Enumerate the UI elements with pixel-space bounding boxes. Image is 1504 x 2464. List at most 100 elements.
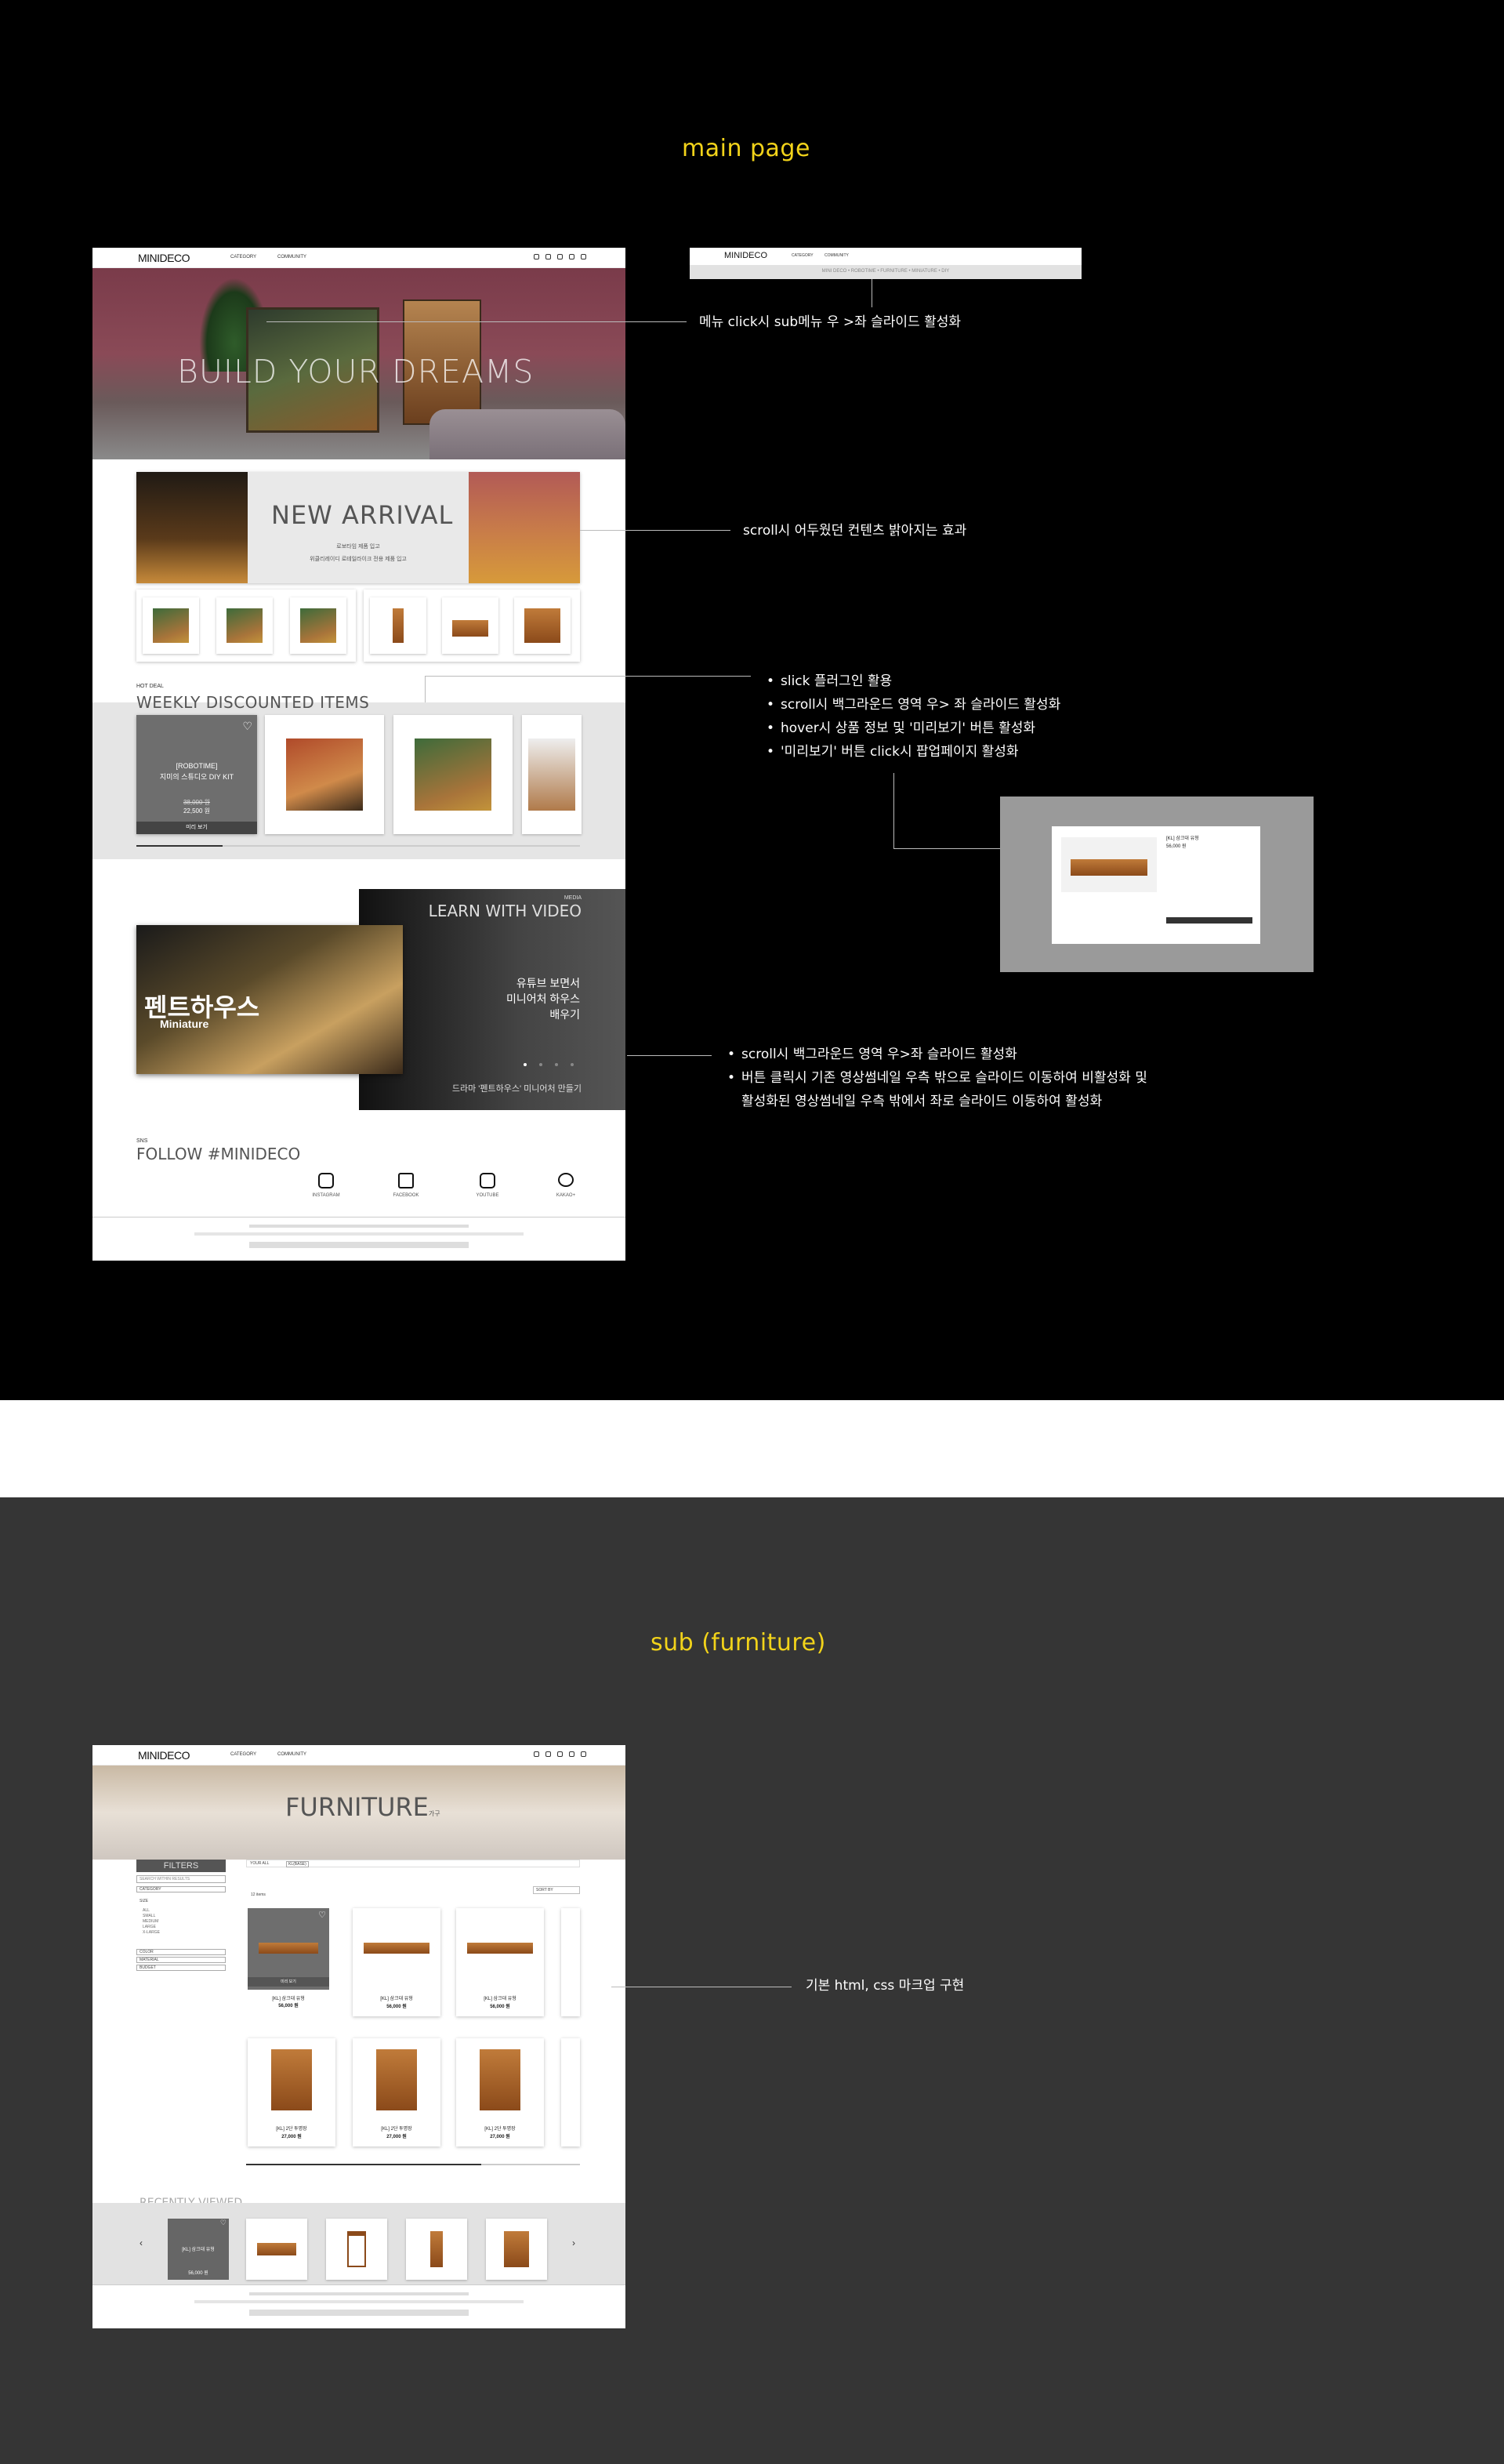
furniture-title-sup: 가구 (428, 1810, 440, 1817)
filter-category[interactable]: CATEGORY (136, 1886, 226, 1892)
nav-category[interactable]: CATEGORY (230, 255, 256, 259)
nav-community[interactable]: COMMUNITY (277, 255, 306, 259)
sns-facebook[interactable]: FACEBOOK (390, 1173, 422, 1198)
product-card[interactable]: [KL] 2단 투명장 27,000 원 (248, 2038, 335, 2146)
new-arrival-title: NEW ARRIVAL (271, 500, 454, 530)
product-image (467, 1943, 533, 1954)
product-card-partial[interactable] (561, 2038, 580, 2146)
product-card-hover[interactable]: ♡ 미리 보기 [KL] 삼크대 유형 56,000 원 (248, 1908, 329, 2016)
heart-icon[interactable] (569, 254, 574, 259)
pager-dot[interactable] (555, 1063, 558, 1066)
youtube-icon (480, 1173, 495, 1188)
footer-text-block (249, 2292, 469, 2295)
annotation-item-continued: 활성화된 영상썸네일 우측 밖에서 좌로 슬라이드 이동하여 활성화 (741, 1094, 1103, 1109)
product-card-partial[interactable] (561, 1908, 580, 2016)
product-card[interactable]: [KL] 2단 투명장 27,000 원 (456, 2038, 544, 2146)
user-icon[interactable] (545, 254, 551, 259)
product-thumb[interactable] (216, 597, 273, 654)
sns-title: FOLLOW #MINIDECO (136, 1145, 301, 1163)
annotation-menu: 메뉴 click시 sub메뉴 우 >좌 슬라이드 활성화 (699, 314, 962, 330)
heart-icon[interactable]: ♡ (318, 1910, 326, 1920)
slider-progress (136, 845, 580, 847)
size-option[interactable]: X-LARGE (143, 1930, 160, 1936)
product-card[interactable]: [KL] 삼크대 유형 56,000 원 (456, 1908, 544, 2016)
nav-community[interactable]: COMMUNITY (277, 1752, 306, 1757)
furniture-title: FURNITURE가구 (285, 1792, 440, 1822)
price-new: 22,500 원 (183, 807, 211, 815)
size-option[interactable]: SMALL (143, 1914, 160, 1919)
product-thumb[interactable] (290, 597, 346, 654)
site-logo[interactable]: MINIDECO (138, 1749, 190, 1762)
menu-icon[interactable] (581, 1751, 586, 1757)
recent-thumb[interactable] (246, 2219, 307, 2280)
search-icon[interactable] (534, 254, 539, 259)
quick-view-button[interactable]: 미리 보기 (248, 1977, 329, 1987)
sns-instagram[interactable]: INSTAGRAM (310, 1173, 342, 1198)
furniture-hero: FURNITURE가구 (92, 1765, 625, 1860)
product-thumb[interactable] (442, 597, 498, 654)
header-icons (534, 254, 586, 259)
product-thumb[interactable] (370, 597, 426, 654)
nav-category[interactable]: CATEGORY (230, 1752, 256, 1757)
submenu-bar: MINI DECO • ROBOTIME • FURNITURE • MINIA… (690, 265, 1082, 279)
heart-icon[interactable]: ♡ (242, 720, 252, 733)
recent-thumb[interactable] (406, 2219, 467, 2280)
footer-text-block (194, 1232, 524, 1236)
hot-deal-card[interactable] (265, 715, 384, 834)
footer-divider (92, 2284, 625, 2285)
your-all-label: YOUR ALL (250, 1861, 270, 1866)
cart-icon[interactable] (557, 254, 563, 259)
filters-header: FILTERS (136, 1860, 226, 1872)
size-option[interactable]: ALL (143, 1908, 160, 1914)
next-arrow-icon[interactable]: › (572, 2237, 575, 2248)
pager-dot[interactable] (539, 1063, 542, 1066)
recently-viewed-band: ‹ ♡ [KL] 삼크대 유형 56,000 원 › (92, 2203, 625, 2284)
pager-dot[interactable] (571, 1063, 574, 1066)
product-card[interactable]: [KL] 삼크대 유형 56,000 원 (353, 1908, 440, 2016)
video-thumbnail[interactable]: 펜트하우스 Miniature (136, 925, 403, 1074)
submenu-path[interactable]: MINI DECO • ROBOTIME • FURNITURE • MINIA… (690, 269, 1082, 274)
popup-cart-button[interactable] (1166, 917, 1252, 924)
recent-thumb[interactable] (326, 2219, 387, 2280)
cart-icon[interactable] (557, 1751, 563, 1757)
product-card[interactable]: [KL] 2단 투명장 27,000 원 (353, 2038, 440, 2146)
preview-button[interactable]: 미리 보기 (136, 822, 257, 834)
media-label: MEDIA (564, 895, 582, 901)
card-name: 지미의 스튜디오 DIY KIT (159, 773, 234, 781)
product-name: [KL] 2단 투명장 (381, 2127, 412, 2132)
recent-thumb[interactable] (486, 2219, 547, 2280)
sns-youtube[interactable]: YOUTUBE (472, 1173, 503, 1198)
hot-deal-card[interactable] (393, 715, 513, 834)
hot-deal-title: WEEKLY DISCOUNTED ITEMS (136, 693, 370, 712)
search-icon[interactable] (534, 1751, 539, 1757)
pager-dot[interactable] (524, 1063, 527, 1066)
filter-color[interactable]: COLOR (136, 1949, 226, 1955)
product-thumb[interactable] (514, 597, 571, 654)
doll-image (469, 472, 580, 583)
heart-icon[interactable]: ♡ (220, 2219, 227, 2227)
filter-material[interactable]: MATERIAL (136, 1957, 226, 1963)
connector-line (627, 1055, 712, 1056)
user-icon[interactable] (545, 1751, 551, 1757)
site-logo[interactable]: MINIDECO (138, 252, 190, 264)
recent-card-hover[interactable]: ♡ [KL] 삼크대 유형 56,000 원 (168, 2219, 229, 2280)
size-option[interactable]: MEDIUM (143, 1919, 160, 1925)
heart-icon[interactable] (569, 1751, 574, 1757)
size-option[interactable]: LARGE (143, 1925, 160, 1930)
menu-icon[interactable] (581, 254, 586, 259)
hot-deal-card[interactable] (522, 715, 582, 834)
filter-tag[interactable]: KL(BASE) (286, 1861, 309, 1867)
product-price: 56,000 원 (278, 2004, 299, 2009)
product-info: [KL] 삼크대 유형 56,000 원 (248, 1990, 329, 2016)
prev-arrow-icon[interactable]: ‹ (140, 2237, 143, 2248)
sns-kakao[interactable]: KAKAO+ (550, 1173, 582, 1198)
product-price: 27,000 원 (281, 2135, 302, 2139)
hot-deal-hover-card[interactable]: ♡ [ROBOTIME] 지미의 스튜디오 DIY KIT 38,000 원 2… (136, 715, 257, 834)
filter-search-input[interactable]: SEARCH WITHIN RESULTS (136, 1875, 226, 1883)
thumb-subtitle: Miniature (160, 1018, 209, 1030)
product-thumb[interactable] (143, 597, 199, 654)
connector-line (266, 321, 687, 322)
footer-text-block (249, 1225, 469, 1228)
filter-budget[interactable]: BUDGET (136, 1965, 226, 1971)
sort-select[interactable]: SORT BY (533, 1886, 580, 1894)
